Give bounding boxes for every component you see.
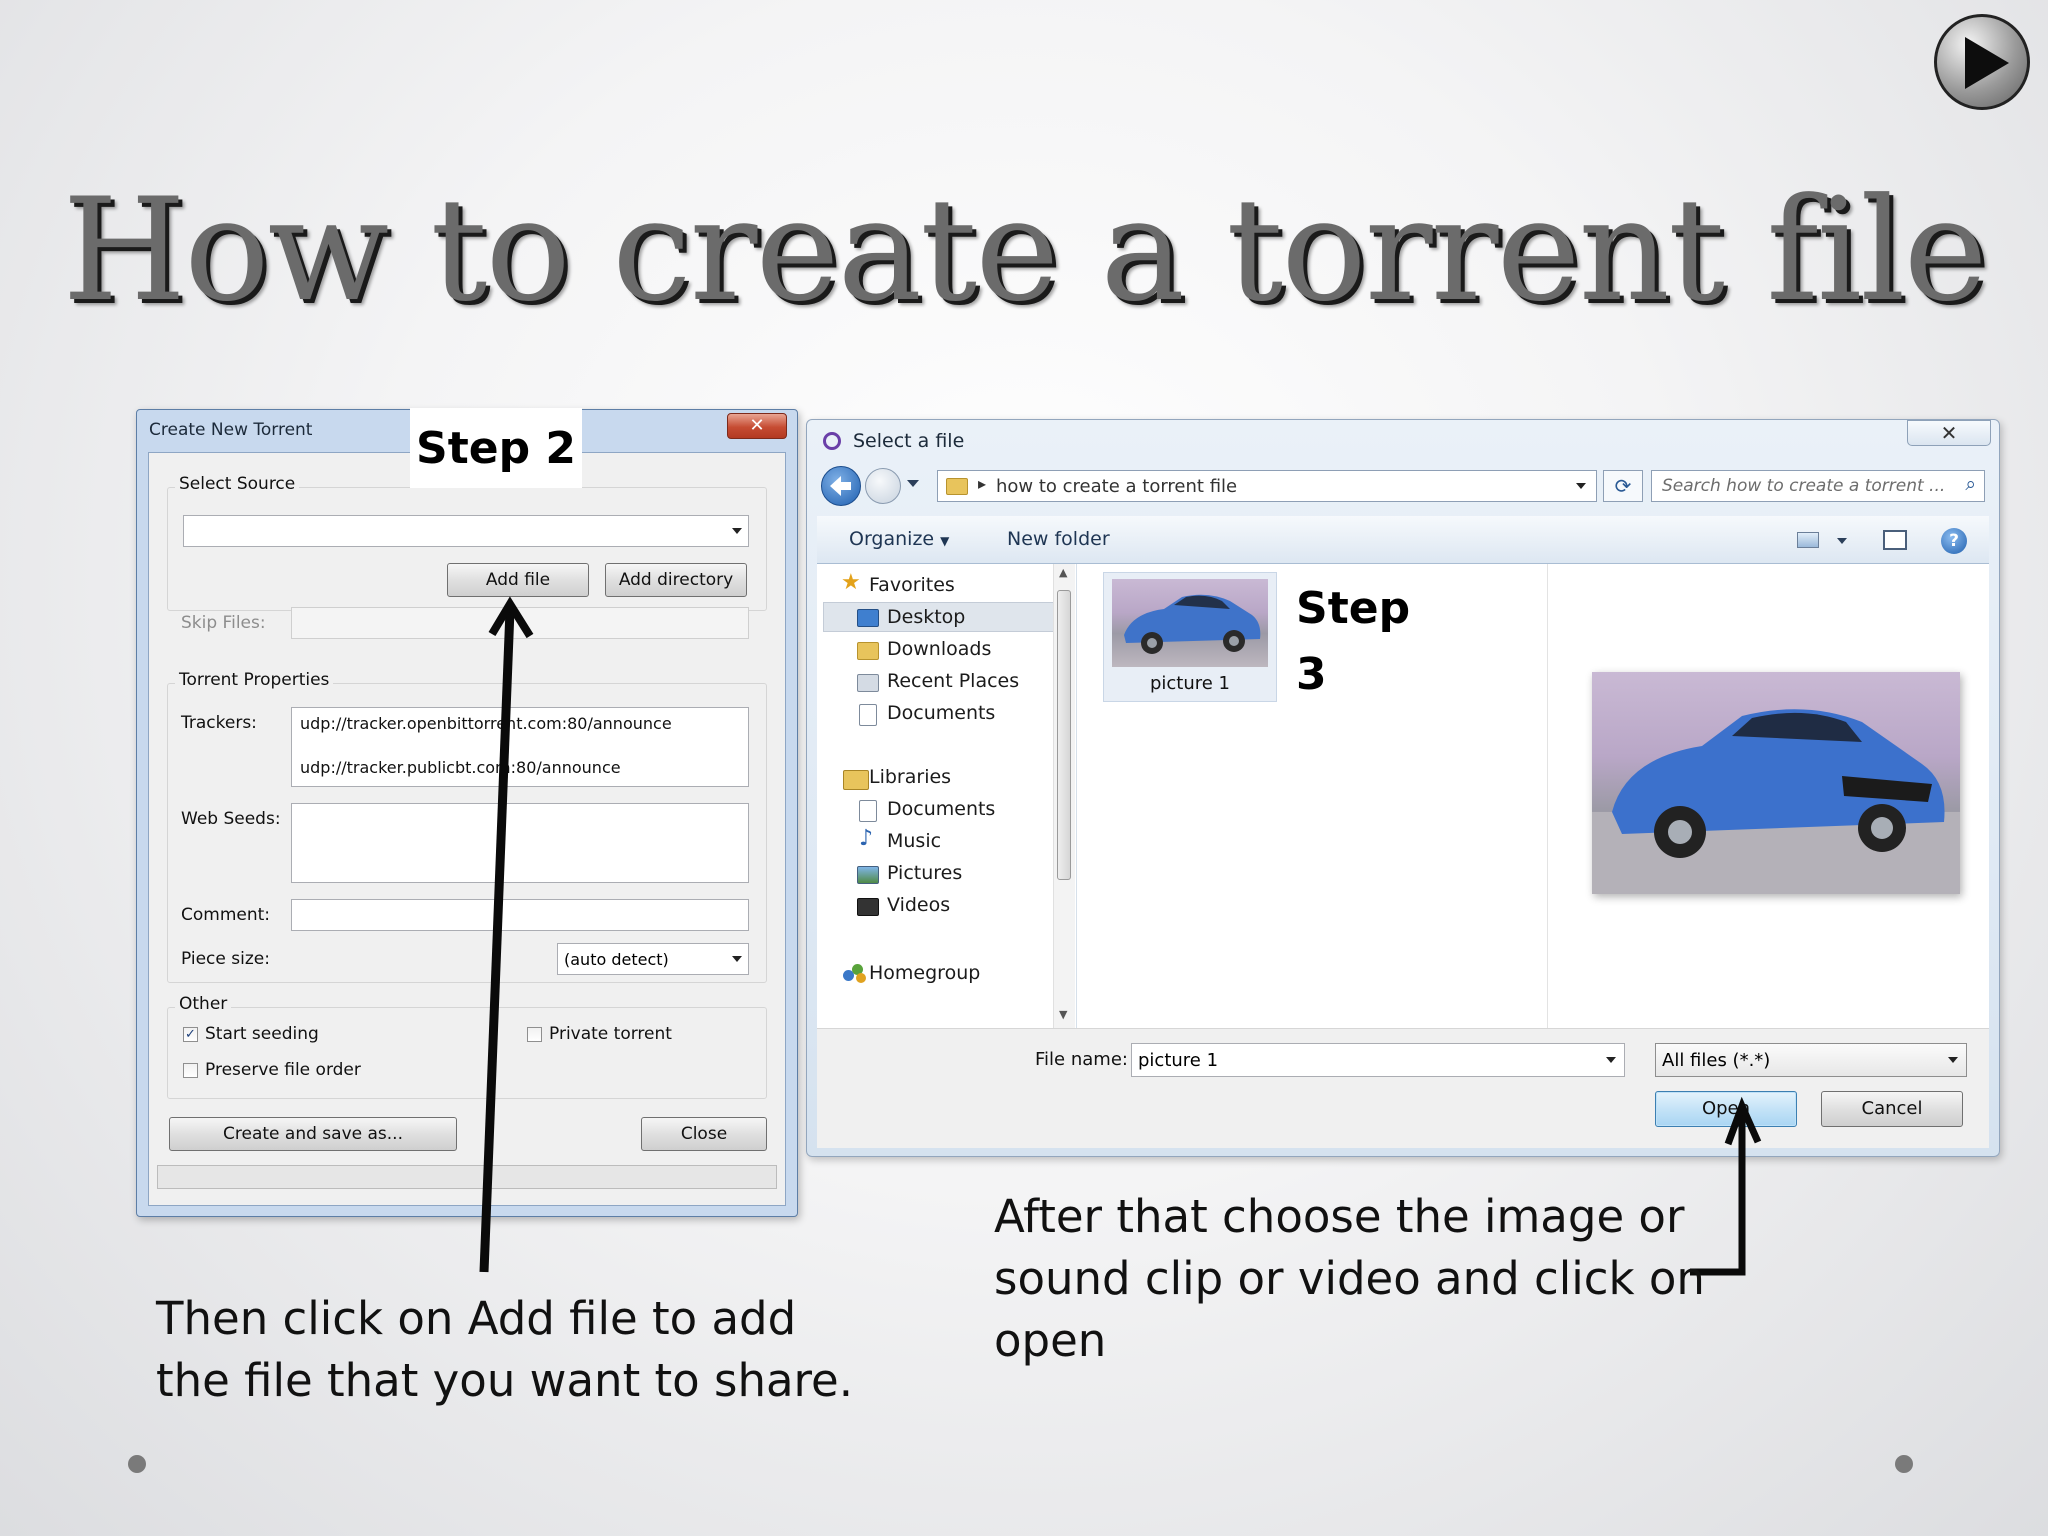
- arrow-to-add-file: [479, 609, 515, 1273]
- caption-step-2-line: the file that you want to share.: [156, 1354, 854, 1407]
- caption-step-3-line: sound clip or video and click on: [994, 1252, 1705, 1305]
- caption-step-2-line: Then click on Add file to add: [156, 1292, 797, 1345]
- caption-step-2: Then click on Add file to add the file t…: [156, 1288, 853, 1412]
- caption-step-3-line: After that choose the image or: [994, 1190, 1685, 1243]
- caption-step-3: After that choose the image or sound cli…: [994, 1186, 1705, 1372]
- caption-step-3-line: open: [994, 1314, 1107, 1367]
